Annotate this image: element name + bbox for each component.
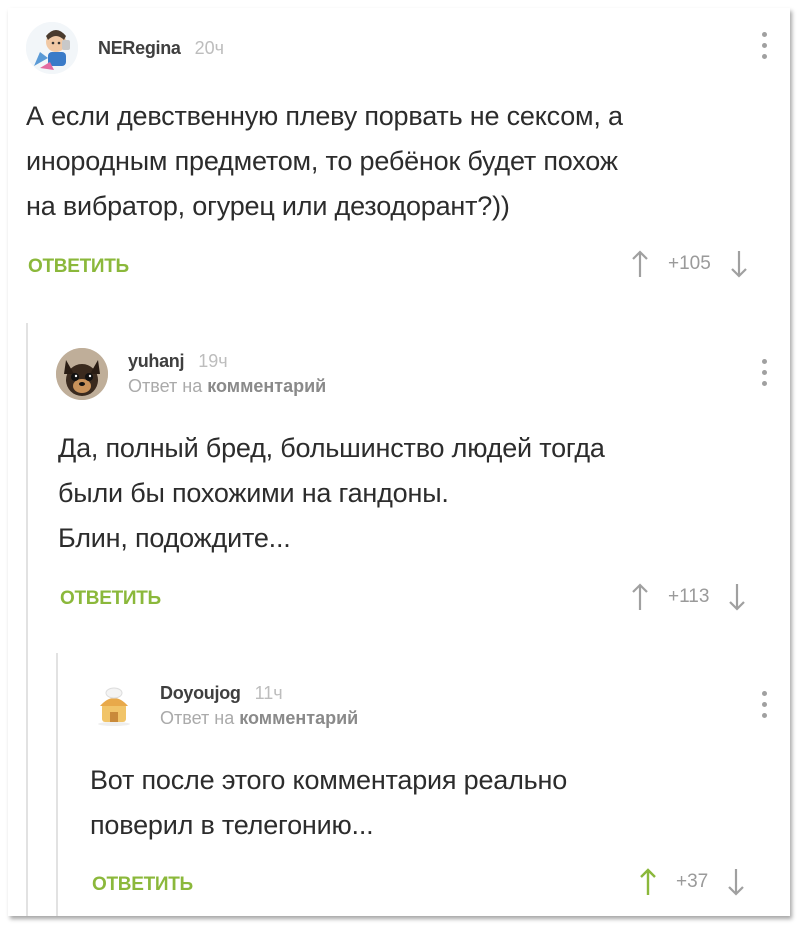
reply-to-info: Ответ на комментарий xyxy=(160,708,358,729)
comment-line: инородным предметом, то ребёнок будет по… xyxy=(26,146,618,176)
timestamp: 11ч xyxy=(254,683,283,703)
reply-to-info: Ответ на комментарий xyxy=(128,376,326,397)
reply-button[interactable]: ОТВЕТИТЬ xyxy=(92,874,193,896)
username[interactable]: yuhanj xyxy=(128,351,185,372)
score: +37 xyxy=(676,871,709,892)
arrow-up-icon[interactable] xyxy=(638,867,658,897)
comment-line: Блин, подождите... xyxy=(58,523,291,553)
arrow-down-icon[interactable] xyxy=(726,867,746,897)
comment-thread: NERegina 20ч А если девственную плеву по… xyxy=(8,8,790,916)
avatar-house-icon xyxy=(88,680,140,732)
avatar-cartoon-icon xyxy=(26,22,78,74)
vote-controls: +37 xyxy=(638,867,746,897)
arrow-up-icon[interactable] xyxy=(630,249,650,279)
score: +113 xyxy=(668,586,710,607)
reply-to-link[interactable]: комментарий xyxy=(207,376,326,396)
reply-to-prefix: Ответ на xyxy=(160,708,235,728)
arrow-up-icon[interactable] xyxy=(630,582,650,612)
reply-to-link[interactable]: комментарий xyxy=(239,708,358,728)
reply-button[interactable]: ОТВЕТИТЬ xyxy=(60,588,161,610)
timestamp: 20ч xyxy=(194,37,225,58)
reply-to-prefix: Ответ на xyxy=(128,376,203,396)
thread-line xyxy=(26,323,28,916)
kebab-menu-icon[interactable] xyxy=(762,32,768,62)
thread-line xyxy=(56,653,58,916)
username[interactable]: Doyoujog xyxy=(160,683,241,704)
comment-body: Да, полный бред, большинство людей тогда… xyxy=(58,426,605,561)
comment-line: Вот после этого комментария реально xyxy=(90,765,568,795)
comment-line: А если девственную плеву порвать не секс… xyxy=(26,101,623,131)
vote-controls: +105 xyxy=(630,249,749,279)
username[interactable]: NERegina xyxy=(98,38,181,59)
avatar[interactable] xyxy=(26,22,78,74)
kebab-menu-icon[interactable] xyxy=(762,359,768,389)
comment-header: NERegina 20ч xyxy=(26,22,224,74)
comment-line: были бы похожими на гандоны. xyxy=(58,478,449,508)
comment-line: Да, полный бред, большинство людей тогда xyxy=(58,433,605,463)
comment-header: yuhanj 19ч Ответ на комментарий xyxy=(56,348,326,400)
timestamp: 19ч xyxy=(198,351,228,371)
comment-header: Doyoujog 11ч Ответ на комментарий xyxy=(88,680,358,732)
score: +105 xyxy=(668,253,711,274)
vote-controls: +113 xyxy=(630,582,747,612)
arrow-down-icon[interactable] xyxy=(727,582,747,612)
comment-line: на вибратор, огурец или дезодорант?)) xyxy=(26,191,510,221)
comment-body: А если девственную плеву порвать не секс… xyxy=(26,94,623,229)
arrow-down-icon[interactable] xyxy=(729,249,749,279)
comment-body: Вот после этого комментария реально пове… xyxy=(90,758,567,848)
avatar[interactable] xyxy=(88,680,140,732)
kebab-menu-icon[interactable] xyxy=(762,691,768,721)
avatar-dog-icon xyxy=(56,348,108,400)
comment-line: поверил в телегонию... xyxy=(90,810,374,840)
avatar[interactable] xyxy=(56,348,108,400)
reply-button[interactable]: ОТВЕТИТЬ xyxy=(28,256,129,278)
